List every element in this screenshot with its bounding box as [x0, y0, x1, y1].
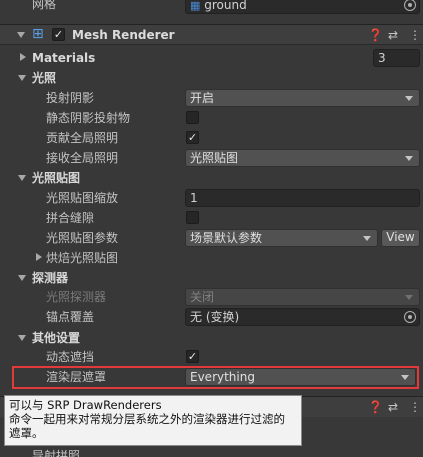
mesh-value: ground	[204, 0, 247, 12]
contribute-gi-row: 贡献全局照明 ✓	[0, 128, 423, 148]
rendering-layer-mask-dropdown[interactable]: Everything	[185, 368, 416, 386]
probes-section[interactable]: 探测器	[0, 268, 423, 288]
anchor-override-row: 锚点覆盖 无 (变换)	[0, 307, 423, 327]
stitch-seams-row: 拼合缝隙	[0, 208, 423, 228]
more-icon[interactable]: ⋮	[409, 28, 421, 42]
tooltip-line: 命令一起用来对常规分层系统之外的渲染器进行过滤的	[9, 412, 285, 426]
mesh-label: 网格	[32, 0, 57, 11]
dynamic-occlusion-checkbox[interactable]: ✓	[186, 350, 199, 363]
materials-row[interactable]: Materials 3	[0, 48, 423, 68]
collapse-arrow-icon[interactable]	[17, 32, 25, 38]
receive-gi-value: 光照贴图	[190, 151, 239, 165]
cast-shadows-value: 开启	[190, 91, 215, 105]
contribute-gi-label: 贡献全局照明	[46, 131, 119, 145]
dynamic-occlusion-row: 动态遮挡 ✓	[0, 347, 423, 367]
rendering-layer-mask-label: 渲染层遮罩	[46, 370, 107, 384]
static-shadow-checkbox[interactable]	[186, 111, 199, 124]
expand-arrow-icon[interactable]	[20, 53, 26, 61]
chevron-down-icon	[363, 236, 371, 241]
lightmapping-section[interactable]: 光照贴图	[0, 168, 423, 188]
probes-header: 探测器	[32, 271, 69, 285]
rendering-layer-mask-value: Everything	[190, 370, 255, 384]
expand-arrow-icon[interactable]	[36, 253, 42, 261]
lighting-section[interactable]: 光照	[0, 68, 423, 88]
stitch-seams-label: 拼合缝隙	[46, 211, 95, 225]
help-icon[interactable]: ❓	[368, 400, 383, 414]
contribute-gi-checkbox[interactable]: ✓	[186, 131, 199, 144]
light-probes-dropdown: 关闭	[185, 288, 420, 306]
receive-gi-dropdown[interactable]: 光照贴图	[185, 149, 420, 167]
receive-gi-label: 接收全局照明	[46, 151, 119, 165]
preset-icon[interactable]: ⇄	[388, 28, 398, 42]
tooltip-line: 可以与 SRP DrawRenderers	[9, 398, 162, 412]
dynamic-occlusion-label: 动态遮挡	[46, 350, 95, 364]
lightmap-scale-label: 光照贴图缩放	[46, 191, 119, 205]
object-picker-icon[interactable]	[404, 0, 416, 11]
light-probes-label: 光照探测器	[46, 290, 107, 304]
stitch-seams-checkbox[interactable]	[186, 211, 199, 224]
rendering-layer-mask-row: 渲染层遮罩 Everything	[0, 367, 423, 387]
tooltip-line: 遮罩。	[9, 426, 44, 440]
collapse-arrow-icon[interactable]	[18, 75, 26, 81]
collapse-arrow-icon[interactable]	[18, 335, 26, 341]
lighting-header: 光照	[32, 71, 57, 85]
preset-icon[interactable]: ⇄	[388, 400, 398, 414]
collapse-arrow-icon[interactable]	[18, 175, 26, 181]
baked-lightmap-row[interactable]: 烘焙光照贴图	[0, 248, 423, 268]
cast-shadows-row: 投射阴影 开启	[0, 88, 423, 108]
more-icon[interactable]: ⋮	[409, 400, 421, 414]
baked-lightmap-label: 烘焙光照贴图	[46, 251, 119, 265]
static-shadow-label: 静态阴影投射物	[46, 111, 131, 125]
light-probes-row: 光照探测器 关闭	[0, 287, 423, 307]
mesh-grid-icon: ▦	[190, 0, 201, 12]
lightmap-params-row: 光照贴图参数 场景默认参数 View	[0, 228, 423, 248]
chevron-down-icon	[405, 96, 413, 101]
anchor-override-field[interactable]: 无 (变换)	[185, 308, 420, 326]
component-enabled-checkbox[interactable]: ✓	[52, 28, 65, 41]
tooltip: 可以与 SRP DrawRenderers 命令一起用来对常规分层系统之外的渲染…	[4, 395, 302, 446]
cast-shadows-dropdown[interactable]: 开启	[185, 89, 420, 107]
static-shadow-row: 静态阴影投射物	[0, 108, 423, 128]
lightmap-scale-field[interactable]: 1	[185, 189, 420, 207]
materials-count-field[interactable]: 3	[373, 49, 420, 67]
mesh-renderer-header[interactable]: ⊞ ✓ Mesh Renderer ❓ ⇄ ⋮	[0, 24, 423, 45]
mesh-field[interactable]: ▦ ground	[185, 0, 420, 14]
lightmap-params-label: 光照贴图参数	[46, 231, 119, 245]
object-picker-icon[interactable]	[404, 311, 416, 323]
collapse-arrow-icon[interactable]	[18, 275, 26, 281]
light-probes-value: 关闭	[190, 290, 215, 304]
partial-row: 导射拼照	[0, 449, 423, 457]
help-icon[interactable]: ❓	[368, 28, 383, 42]
lightmap-params-value: 场景默认参数	[190, 231, 263, 245]
mesh-renderer-icon: ⊞	[32, 26, 44, 42]
additional-section[interactable]: 其他设置	[0, 328, 423, 348]
chevron-down-icon	[405, 156, 413, 161]
chevron-down-icon	[401, 375, 409, 380]
materials-label: Materials	[32, 51, 96, 65]
mesh-row: 网格 ▦ ground	[0, 0, 423, 20]
partial-row-label: 导射拼照	[32, 449, 81, 457]
anchor-override-value: 无 (变换)	[190, 310, 240, 324]
view-button[interactable]: View	[381, 229, 420, 247]
lightmap-scale-row: 光照贴图缩放 1	[0, 188, 423, 208]
cast-shadows-label: 投射阴影	[46, 91, 95, 105]
lightmapping-header: 光照贴图	[32, 171, 81, 185]
lightmap-params-dropdown[interactable]: 场景默认参数	[185, 229, 378, 247]
anchor-override-label: 锚点覆盖	[46, 310, 95, 324]
additional-header: 其他设置	[32, 331, 81, 345]
receive-gi-row: 接收全局照明 光照贴图	[0, 148, 423, 168]
chevron-down-icon	[405, 295, 413, 300]
component-title: Mesh Renderer	[72, 28, 175, 42]
